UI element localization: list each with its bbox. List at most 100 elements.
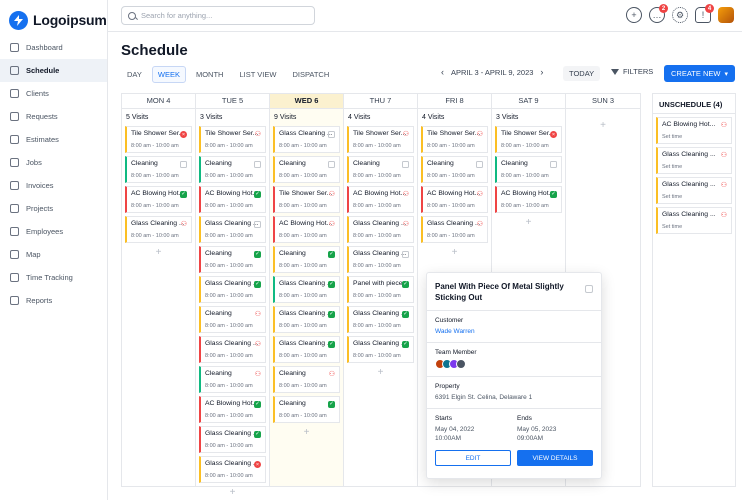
event-card[interactable]: AC Blowing Hot... 8:00 am - 10:00 am ⚇ [273,216,340,243]
check-icon[interactable]: ✓ [402,311,409,318]
tab-dispatch[interactable]: DISPATCH [286,66,335,83]
check-icon[interactable]: ✓ [402,341,409,348]
event-card[interactable]: AC Blowing Hot... 8:00 am - 10:00 am ✓ [199,396,266,423]
day-header[interactable]: WED 6 [270,94,343,109]
sidebar-item-schedule[interactable]: Schedule [0,59,107,82]
add-event-icon[interactable]: + [270,426,343,440]
sidebar-item-clients[interactable]: Clients [0,82,107,105]
day-header[interactable]: MON 4 [122,94,195,109]
bell-icon[interactable]: ! 4 [695,4,714,23]
event-card[interactable]: AC Blowing Hot... 8:00 am - 10:00 am ✓ [495,186,562,213]
checkbox[interactable] [476,161,483,168]
check-icon[interactable]: ✓ [402,281,409,288]
add-event-icon[interactable]: + [492,216,565,230]
add-event-icon[interactable]: + [418,246,491,260]
event-card[interactable]: Cleaning 8:00 am - 10:00 am [495,156,562,183]
checkbox[interactable] [180,161,187,168]
check-icon[interactable]: ✓ [254,431,261,438]
day-header[interactable]: FRI 8 [418,94,491,109]
event-card[interactable]: Glass Cleaning ... 8:00 am - 10:00 am ✓ [273,336,340,363]
chevron-right-icon[interactable]: › [540,67,543,77]
sidebar-item-projects[interactable]: Projects [0,197,107,220]
add-event-icon[interactable]: + [344,366,417,380]
day-header[interactable]: SUN 3 [566,94,640,109]
event-card[interactable]: Glass Cleaning ... 8:00 am - 10:00 am ✓ [199,276,266,303]
event-card[interactable]: Panel with piece... 8:00 am - 10:00 am ✓ [347,276,414,303]
tab-list-view[interactable]: LIST VIEW [233,66,282,83]
event-card[interactable]: Glass Cleaning ... 8:00 am - 10:00 am ⚇ [199,336,266,363]
today-button[interactable]: TODAY [563,66,601,81]
unscheduled-card[interactable]: AC Blowing Hot... Set time ⚇ [656,117,732,144]
event-card[interactable]: Tile Shower Ser... 8:00 am - 10:00 am × [125,126,192,153]
event-card[interactable]: Glass Cleaning ... 8:00 am - 10:00 am [273,126,340,153]
event-card[interactable]: Glass Cleaning ... 8:00 am - 10:00 am ⚇ [347,216,414,243]
add-event-icon[interactable]: + [122,246,195,260]
event-card[interactable]: Cleaning 8:00 am - 10:00 am ✓ [273,396,340,423]
check-icon[interactable]: ✓ [254,401,261,408]
event-card[interactable]: Glass Cleaning ... 8:00 am - 10:00 am ✓ [347,306,414,333]
tab-week[interactable]: WEEK [151,66,186,83]
check-icon[interactable]: ✓ [254,191,261,198]
event-card[interactable]: Tile Shower Ser... 8:00 am - 10:00 am ⚇ [421,126,488,153]
event-card[interactable]: Cleaning 8:00 am - 10:00 am [347,156,414,183]
event-card[interactable]: Cleaning 8:00 am - 10:00 am ✓ [199,246,266,273]
checkbox[interactable] [402,161,409,168]
check-icon[interactable]: ✓ [328,311,335,318]
event-card[interactable]: Glass Cleaning ... 8:00 am - 10:00 am ⚇ [421,216,488,243]
day-header[interactable]: SAT 9 [492,94,565,109]
unscheduled-card[interactable]: Glass Cleaning ... Set time ⚇ [656,147,732,174]
event-card[interactable]: Tile Shower Ser... 8:00 am - 10:00 am ⚇ [273,186,340,213]
checkbox[interactable] [254,221,261,228]
chat-icon[interactable]: … 2 [649,4,668,23]
chevron-left-icon[interactable]: ‹ [441,67,444,77]
check-icon[interactable]: ✓ [328,281,335,288]
event-card[interactable]: Tile Shower Ser... 8:00 am - 10:00 am ⚇ [199,126,266,153]
sidebar-item-estimates[interactable]: Estimates [0,128,107,151]
checkbox[interactable] [402,251,409,258]
sidebar-item-jobs[interactable]: Jobs [0,151,107,174]
checkbox[interactable] [550,161,557,168]
check-icon[interactable]: ✓ [328,251,335,258]
sidebar-item-reports[interactable]: Reports [0,289,107,312]
event-card[interactable]: Glass Cleaning ... 8:00 am - 10:00 am ✓ [199,426,266,453]
event-card[interactable]: Cleaning 8:00 am - 10:00 am [125,156,192,183]
check-icon[interactable]: ✓ [328,401,335,408]
event-card[interactable]: Cleaning 8:00 am - 10:00 am ✓ [273,246,340,273]
check-icon[interactable]: ✓ [328,341,335,348]
event-card[interactable]: Glass Cleaning ... 8:00 am - 10:00 am ✓ [273,306,340,333]
add-circle-icon[interactable]: + [626,7,642,23]
checkbox[interactable] [328,131,335,138]
view-details-button[interactable]: VIEW DETAILS [517,450,593,466]
event-card[interactable]: Glass Cleaning ... 8:00 am - 10:00 am [199,216,266,243]
logo[interactable]: Logoipsum [0,0,107,32]
avatar[interactable] [718,7,734,23]
sidebar-item-time-tracking[interactable]: Time Tracking [0,266,107,289]
checkbox[interactable] [254,161,261,168]
event-card[interactable]: Cleaning 8:00 am - 10:00 am ⚇ [199,306,266,333]
check-icon[interactable]: ✓ [254,281,261,288]
sidebar-item-dashboard[interactable]: Dashboard [0,36,107,59]
complete-checkbox[interactable] [585,285,593,293]
event-card[interactable]: AC Blowing Hot... 8:00 am - 10:00 am ✓ [125,186,192,213]
check-icon[interactable]: ✓ [180,191,187,198]
sidebar-item-requests[interactable]: Requests [0,105,107,128]
unscheduled-card[interactable]: Glass Cleaning ... Set time ⚇ [656,177,732,204]
event-card[interactable]: Cleaning 8:00 am - 10:00 am [421,156,488,183]
event-card[interactable]: Tile Shower Ser... 8:00 am - 10:00 am ⚇ [347,126,414,153]
gear-icon[interactable]: ⚙ [672,7,688,23]
event-card[interactable]: Cleaning 8:00 am - 10:00 am [199,156,266,183]
check-icon[interactable]: ✓ [550,191,557,198]
avatar[interactable] [456,359,466,369]
event-card[interactable]: AC Blowing Hot... 8:00 am - 10:00 am ✓ [199,186,266,213]
day-header[interactable]: TUE 5 [196,94,269,109]
event-card[interactable]: Glass Cleaning ... 8:00 am - 10:00 am ⚇ [125,216,192,243]
sidebar-item-employees[interactable]: Employees [0,220,107,243]
search-box[interactable] [121,6,315,25]
edit-button[interactable]: EDIT [435,450,512,466]
add-event-icon[interactable]: + [566,119,640,133]
tab-month[interactable]: MONTH [190,66,230,83]
event-card[interactable]: AC Blowing Hot... 8:00 am - 10:00 am ⚇ [421,186,488,213]
checkbox[interactable] [328,161,335,168]
search-input[interactable] [141,11,301,20]
event-card[interactable]: Glass Cleaning ... 8:00 am - 10:00 am × [199,456,266,483]
